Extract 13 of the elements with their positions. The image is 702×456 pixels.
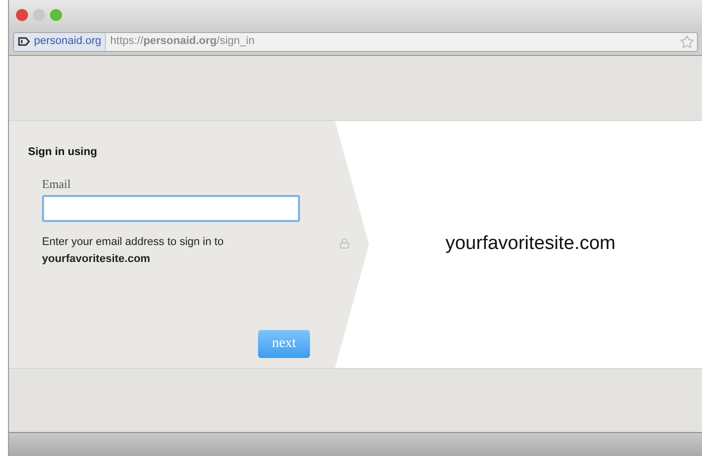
- bookmark-star-icon[interactable]: [680, 34, 694, 48]
- sign-in-hint: Enter your email address to sign in to yourfavoritesite.com: [42, 234, 224, 266]
- destination-site: yourfavoritesite.com: [445, 232, 616, 256]
- window-control-button[interactable]: [50, 9, 62, 21]
- lock-icon: [339, 238, 350, 249]
- panel-heading: Sign in using: [28, 145, 98, 160]
- address-field[interactable]: personaid.org https://personaid.org/sign_in: [13, 32, 698, 52]
- email-field[interactable]: [42, 194, 300, 222]
- tag-icon: [18, 37, 30, 46]
- field-label: Email: [42, 176, 72, 192]
- url-text: https://personaid.org/sign_in: [110, 34, 255, 50]
- window-control-button[interactable]: [16, 9, 28, 21]
- site-identity-badge[interactable]: personaid.org: [14, 32, 106, 50]
